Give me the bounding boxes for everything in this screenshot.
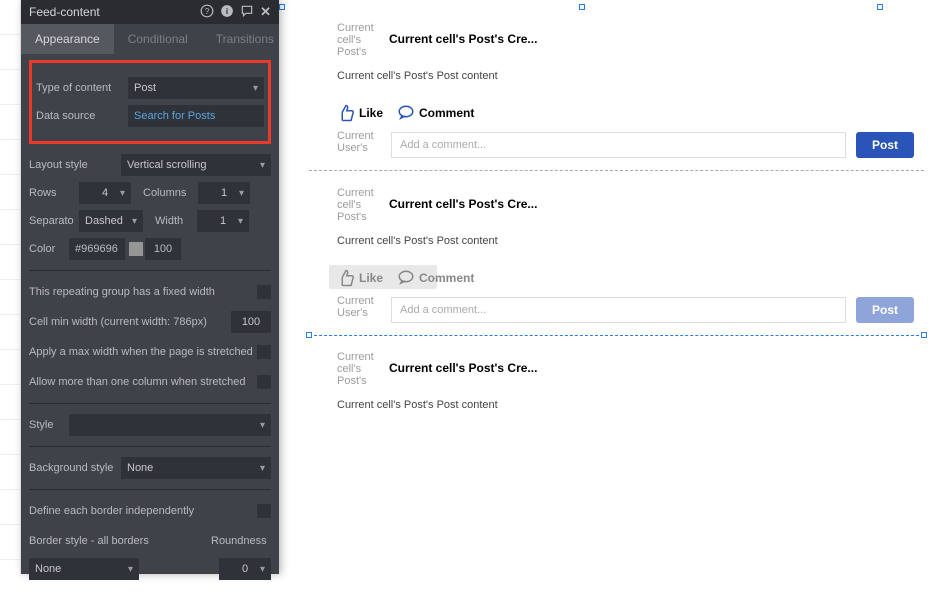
columns-select[interactable]: 1 bbox=[198, 182, 250, 204]
feed-cell[interactable]: Current cell's Post's Current cell's Pos… bbox=[309, 335, 924, 421]
comment-label: Comment bbox=[419, 106, 474, 120]
allow-more-col-checkbox[interactable] bbox=[257, 375, 271, 389]
post-content: Current cell's Post's Post content bbox=[337, 70, 914, 82]
color-alpha-input[interactable]: 100 bbox=[145, 238, 181, 260]
post-creator: Current cell's Post's Cre... bbox=[389, 197, 537, 211]
comment-icon[interactable] bbox=[240, 4, 254, 21]
selection-handle[interactable] bbox=[279, 4, 285, 10]
feed-cell[interactable]: Current cell's Post's Current cell's Pos… bbox=[309, 171, 924, 335]
panel-tabs: Appearance Conditional Transitions bbox=[21, 24, 279, 54]
thumbs-up-icon bbox=[337, 104, 355, 122]
like-button[interactable]: Like bbox=[337, 104, 383, 122]
like-label: Like bbox=[359, 271, 383, 285]
border-style-select[interactable]: None bbox=[29, 558, 139, 580]
property-panel: Feed-content ? i ✕ Appearance Conditiona… bbox=[21, 0, 279, 574]
avatar-placeholder: Current cell's Post's bbox=[337, 187, 375, 221]
fixed-width-checkbox[interactable] bbox=[257, 285, 271, 299]
separator-label: Separato bbox=[29, 215, 79, 227]
color-swatch[interactable] bbox=[129, 242, 143, 256]
post-creator: Current cell's Post's Cre... bbox=[389, 32, 537, 46]
define-border-checkbox[interactable] bbox=[257, 504, 271, 518]
type-of-content-select[interactable]: Post bbox=[128, 77, 264, 99]
apply-max-width-checkbox[interactable] bbox=[257, 345, 271, 359]
close-icon[interactable]: ✕ bbox=[260, 4, 271, 20]
user-avatar-placeholder: Current User's bbox=[337, 295, 381, 325]
post-content: Current cell's Post's Post content bbox=[337, 399, 914, 411]
feed-cell[interactable]: Current cell's Post's Current cell's Pos… bbox=[309, 6, 924, 170]
comment-input[interactable]: Add a comment... bbox=[391, 297, 846, 323]
data-source-input[interactable]: Search for Posts bbox=[128, 105, 264, 127]
speech-bubble-icon bbox=[397, 269, 415, 287]
cell-min-width-label: Cell min width (current width: 786px) bbox=[29, 316, 207, 328]
rows-label: Rows bbox=[29, 187, 79, 199]
post-creator: Current cell's Post's Cre... bbox=[389, 361, 537, 375]
cell-min-width-input[interactable]: 100 bbox=[231, 311, 271, 333]
comment-input[interactable]: Add a comment... bbox=[391, 132, 846, 158]
highlighted-section: Type of content Post Data source Search … bbox=[29, 60, 271, 144]
color-hex-input[interactable]: #969696 bbox=[69, 238, 125, 260]
allow-more-col-label: Allow more than one column when stretche… bbox=[29, 376, 245, 388]
post-comment-button[interactable]: Post bbox=[856, 132, 914, 158]
tab-conditional[interactable]: Conditional bbox=[114, 24, 202, 54]
background-style-select[interactable]: None bbox=[121, 457, 271, 479]
data-source-label: Data source bbox=[36, 110, 128, 122]
comment-label: Comment bbox=[419, 271, 474, 285]
border-style-label: Border style - all borders bbox=[29, 535, 159, 547]
svg-text:i: i bbox=[226, 6, 228, 15]
canvas[interactable]: Current cell's Post's Current cell's Pos… bbox=[279, 0, 944, 574]
comment-button[interactable]: Comment bbox=[397, 104, 474, 122]
define-border-label: Define each border independently bbox=[29, 505, 194, 517]
thumbs-up-icon bbox=[337, 269, 355, 287]
type-of-content-label: Type of content bbox=[36, 82, 128, 94]
post-comment-button[interactable]: Post bbox=[856, 297, 914, 323]
width-label: Width bbox=[155, 215, 197, 227]
tab-transitions[interactable]: Transitions bbox=[202, 24, 288, 54]
user-avatar-placeholder: Current User's bbox=[337, 130, 381, 160]
like-button[interactable]: Like bbox=[337, 269, 383, 287]
style-select[interactable] bbox=[69, 414, 271, 436]
tab-appearance[interactable]: Appearance bbox=[21, 24, 114, 54]
panel-body: Type of content Post Data source Search … bbox=[21, 60, 279, 594]
avatar-placeholder: Current cell's Post's bbox=[337, 351, 375, 385]
color-label: Color bbox=[29, 243, 69, 255]
style-label: Style bbox=[29, 419, 69, 431]
like-label: Like bbox=[359, 106, 383, 120]
roundness-input[interactable]: 0 bbox=[219, 558, 271, 580]
avatar-placeholder: Current cell's Post's bbox=[337, 22, 375, 56]
sheet-gutter bbox=[0, 0, 21, 574]
layout-style-label: Layout style bbox=[29, 159, 121, 171]
rows-select[interactable]: 4 bbox=[79, 182, 131, 204]
fixed-width-label: This repeating group has a fixed width bbox=[29, 286, 215, 298]
panel-header: Feed-content ? i ✕ bbox=[21, 0, 279, 24]
svg-text:?: ? bbox=[205, 6, 210, 15]
roundness-label: Roundness bbox=[211, 535, 271, 547]
post-content: Current cell's Post's Post content bbox=[337, 235, 914, 247]
layout-style-select[interactable]: Vertical scrolling bbox=[121, 154, 271, 176]
info-icon[interactable]: i bbox=[220, 4, 234, 21]
comment-button[interactable]: Comment bbox=[397, 269, 474, 287]
apply-max-width-label: Apply a max width when the page is stret… bbox=[29, 346, 253, 358]
panel-header-icons: ? i ✕ bbox=[200, 4, 271, 21]
speech-bubble-icon bbox=[397, 104, 415, 122]
help-icon[interactable]: ? bbox=[200, 4, 214, 21]
panel-title: Feed-content bbox=[29, 5, 100, 19]
separator-select[interactable]: Dashed bbox=[79, 210, 143, 232]
background-style-label: Background style bbox=[29, 462, 121, 474]
width-select[interactable]: 1 bbox=[197, 210, 249, 232]
columns-label: Columns bbox=[143, 187, 198, 199]
